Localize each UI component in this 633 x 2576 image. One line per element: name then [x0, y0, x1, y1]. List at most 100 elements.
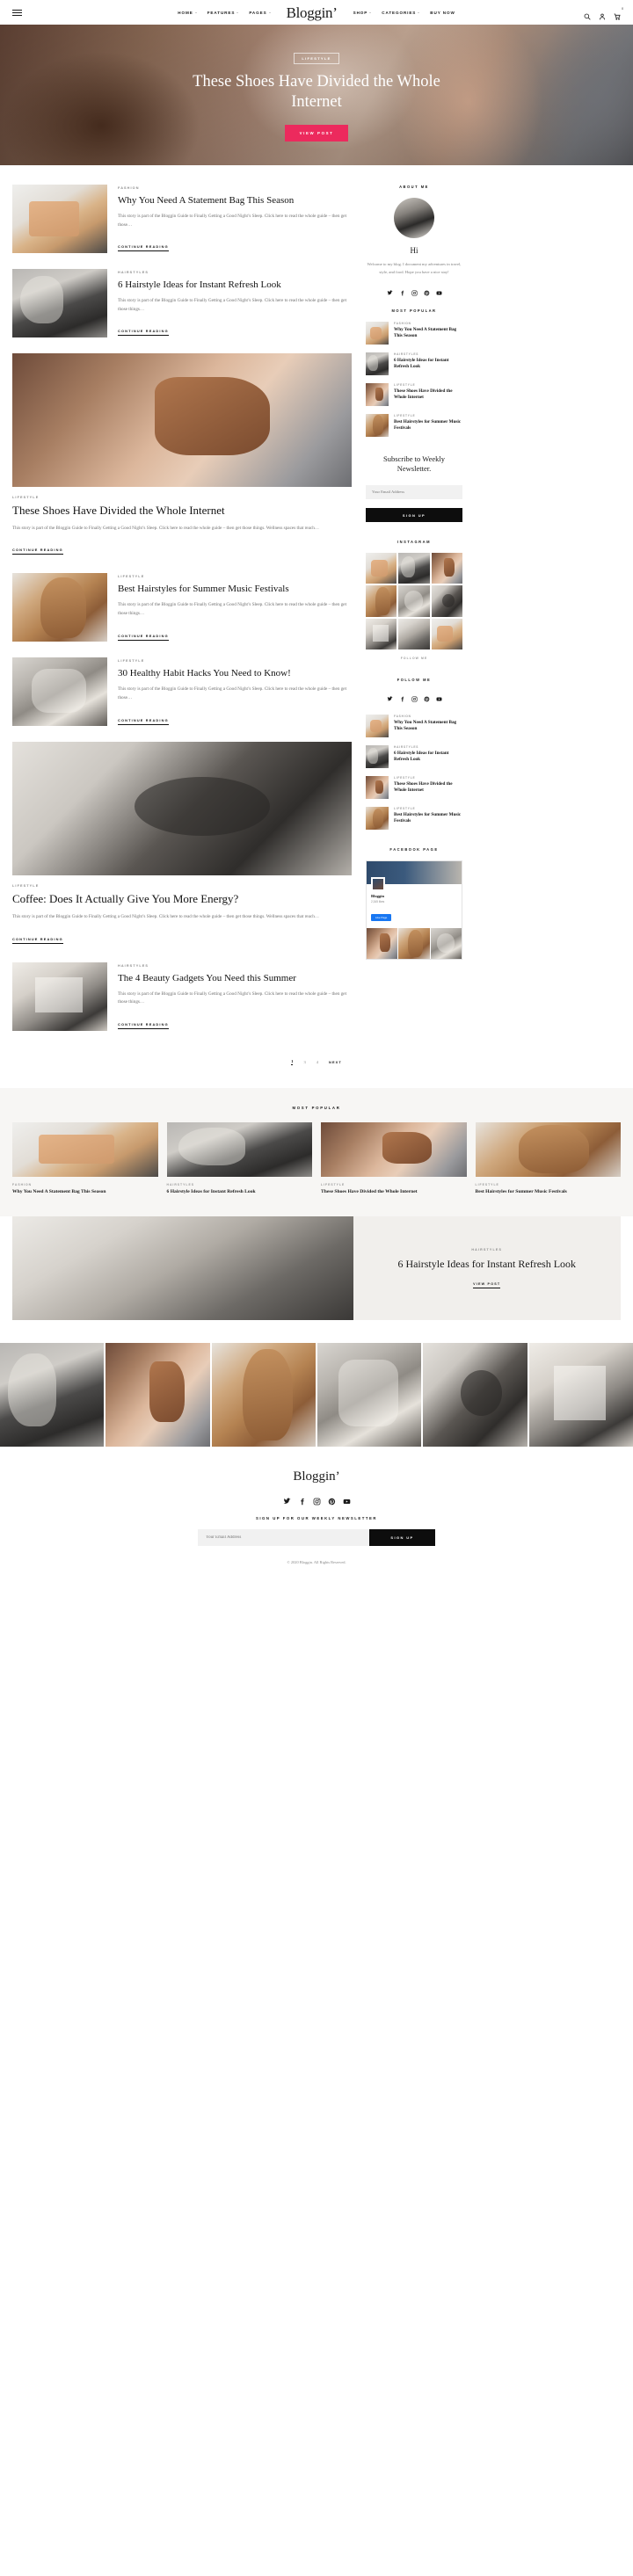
item-title[interactable]: These Shoes Have Divided the Whole Inter…: [394, 781, 462, 794]
facebook-icon[interactable]: [399, 691, 405, 702]
post-title[interactable]: 6 Hairstyle Ideas for Instant Refresh Lo…: [118, 279, 352, 291]
item-title[interactable]: Best Hairstyles for Summer Music Festiva…: [476, 1189, 622, 1196]
list-item[interactable]: FASHION Why You Need A Statement Bag This…: [12, 1121, 158, 1196]
list-item[interactable]: HAIRSTYLES 6 Hairstyle Ideas for Instant …: [366, 744, 462, 768]
nav-item-categories[interactable]: CATEGORIES: [382, 11, 420, 15]
continue-reading-link[interactable]: CONTINUE READING: [12, 937, 63, 944]
continue-reading-link[interactable]: CONTINUE READING: [118, 634, 169, 641]
post-category[interactable]: FASHION: [118, 186, 352, 190]
instagram-icon[interactable]: [313, 1494, 321, 1506]
account-icon[interactable]: [599, 9, 606, 20]
instagram-thumb[interactable]: [211, 1343, 316, 1448]
instagram-thumb[interactable]: [366, 553, 397, 584]
instagram-thumb[interactable]: [398, 618, 430, 649]
instagram-thumb[interactable]: [366, 618, 397, 649]
instagram-icon[interactable]: [411, 691, 418, 702]
post-image[interactable]: [12, 742, 352, 876]
instagram-thumb[interactable]: [106, 1343, 210, 1448]
pinterest-icon[interactable]: [424, 691, 430, 702]
post-image[interactable]: [12, 573, 107, 642]
post-title[interactable]: 30 Healthy Habit Hacks You Need to Know!: [118, 667, 352, 679]
page-number[interactable]: 1: [291, 1059, 294, 1065]
continue-reading-link[interactable]: CONTINUE READING: [118, 244, 169, 252]
post-category[interactable]: HAIRSTYLES: [118, 271, 352, 274]
continue-reading-link[interactable]: CONTINUE READING: [118, 1022, 169, 1029]
instagram-thumb[interactable]: [431, 553, 462, 584]
continue-reading-link[interactable]: CONTINUE READING: [118, 329, 169, 337]
list-item[interactable]: LIFESTYLE These Shoes Have Divided the Wh…: [321, 1121, 467, 1196]
facebook-photo[interactable]: [430, 927, 462, 960]
post-image[interactable]: [12, 657, 107, 727]
item-title[interactable]: These Shoes Have Divided the Whole Inter…: [394, 388, 462, 401]
post-image[interactable]: [12, 961, 107, 1031]
post-title[interactable]: Best Hairstyles for Summer Music Festiva…: [118, 583, 352, 595]
footer-email-input[interactable]: [198, 1529, 369, 1547]
instagram-thumb[interactable]: [398, 553, 430, 584]
facebook-icon[interactable]: [399, 285, 405, 296]
item-title[interactable]: Why You Need A Statement Bag This Season: [12, 1189, 158, 1196]
pinterest-icon[interactable]: [328, 1494, 336, 1506]
list-item[interactable]: LIFESTYLE These Shoes Have Divided the Wh…: [366, 775, 462, 799]
instagram-thumb[interactable]: [0, 1343, 105, 1448]
instagram-thumb[interactable]: [317, 1343, 422, 1448]
next-page-link[interactable]: NEXT: [329, 1060, 342, 1064]
continue-reading-link[interactable]: CONTINUE READING: [118, 718, 169, 725]
post-category[interactable]: HAIRSTYLES: [118, 964, 352, 968]
facebook-icon[interactable]: [298, 1494, 306, 1506]
pinterest-icon[interactable]: [424, 285, 430, 296]
item-title[interactable]: Why You Need A Statement Bag This Season: [394, 327, 462, 339]
post-title[interactable]: These Shoes Have Divided the Whole Inter…: [12, 504, 352, 519]
nav-item-shop[interactable]: SHOP: [353, 11, 372, 15]
instagram-thumb[interactable]: [528, 1343, 633, 1448]
item-title[interactable]: These Shoes Have Divided the Whole Inter…: [321, 1189, 467, 1196]
facebook-photo[interactable]: [398, 927, 430, 960]
list-item[interactable]: LIFESTYLE Best Hairstyles for Summer Musi…: [366, 413, 462, 437]
list-item[interactable]: LIFESTYLE Best Hairstyles for Summer Musi…: [475, 1121, 622, 1196]
instagram-thumb[interactable]: [366, 585, 397, 617]
post-image[interactable]: [12, 353, 352, 487]
list-item[interactable]: HAIRSTYLES 6 Hairstyle Ideas for Instant …: [366, 352, 462, 375]
twitter-icon[interactable]: [282, 1494, 291, 1505]
twitter-icon[interactable]: [386, 691, 393, 701]
site-brand[interactable]: Bloggin’: [287, 5, 338, 20]
continue-reading-link[interactable]: CONTINUE READING: [12, 548, 63, 555]
nav-item-pages[interactable]: PAGES: [249, 11, 271, 15]
post-image[interactable]: [12, 185, 107, 253]
list-item[interactable]: LIFESTYLE Best Hairstyles for Summer Musi…: [366, 806, 462, 830]
twitter-icon[interactable]: [386, 285, 393, 295]
instagram-thumb[interactable]: [423, 1343, 528, 1448]
post-image[interactable]: [12, 269, 107, 337]
list-item[interactable]: HAIRSTYLES 6 Hairstyle Ideas for Instant …: [166, 1121, 313, 1196]
hero-view-post-button[interactable]: VIEW POST: [284, 125, 349, 142]
post-title[interactable]: The 4 Beauty Gadgets You Need this Summe…: [118, 972, 352, 984]
post-title[interactable]: Why You Need A Statement Bag This Season: [118, 194, 352, 207]
hamburger-menu-icon[interactable]: [12, 9, 22, 16]
youtube-icon[interactable]: [436, 285, 442, 295]
facebook-like-button[interactable]: Like Page: [371, 913, 392, 921]
post-category[interactable]: LIFESTYLE: [12, 496, 352, 499]
instagram-follow-link[interactable]: FOLLOW ME: [366, 657, 462, 660]
instagram-icon[interactable]: [411, 285, 418, 296]
footer-signup-button[interactable]: SIGN UP: [369, 1529, 435, 1547]
post-category[interactable]: LIFESTYLE: [12, 884, 352, 888]
page-number[interactable]: 4: [316, 1060, 318, 1064]
nav-item-features[interactable]: FEATURES: [207, 11, 239, 15]
facebook-photo[interactable]: [367, 927, 398, 960]
newsletter-signup-button[interactable]: SIGN UP: [366, 508, 462, 522]
item-title[interactable]: Best Hairstyles for Summer Music Festiva…: [394, 419, 462, 432]
post-category[interactable]: LIFESTYLE: [118, 575, 352, 578]
search-icon[interactable]: [584, 9, 591, 20]
feature-banner-category[interactable]: HAIRSTYLES: [471, 1248, 502, 1252]
list-item[interactable]: FASHION Why You Need A Statement Bag This…: [366, 714, 462, 737]
post-category[interactable]: LIFESTYLE: [118, 659, 352, 663]
nav-item-home[interactable]: HOME: [178, 11, 197, 15]
list-item[interactable]: FASHION Why You Need A Statement Bag This…: [366, 321, 462, 345]
item-title[interactable]: 6 Hairstyle Ideas for Instant Refresh Lo…: [394, 751, 462, 763]
item-title[interactable]: 6 Hairstyle Ideas for Instant Refresh Lo…: [167, 1189, 313, 1196]
nav-item-buy-now[interactable]: BUY NOW: [430, 11, 455, 15]
cart-icon[interactable]: 0: [614, 7, 623, 20]
item-title[interactable]: Why You Need A Statement Bag This Season: [394, 720, 462, 732]
instagram-thumb[interactable]: [398, 585, 430, 617]
hero-category[interactable]: LIFESTYLE: [294, 52, 339, 64]
newsletter-email-input[interactable]: [366, 484, 462, 499]
